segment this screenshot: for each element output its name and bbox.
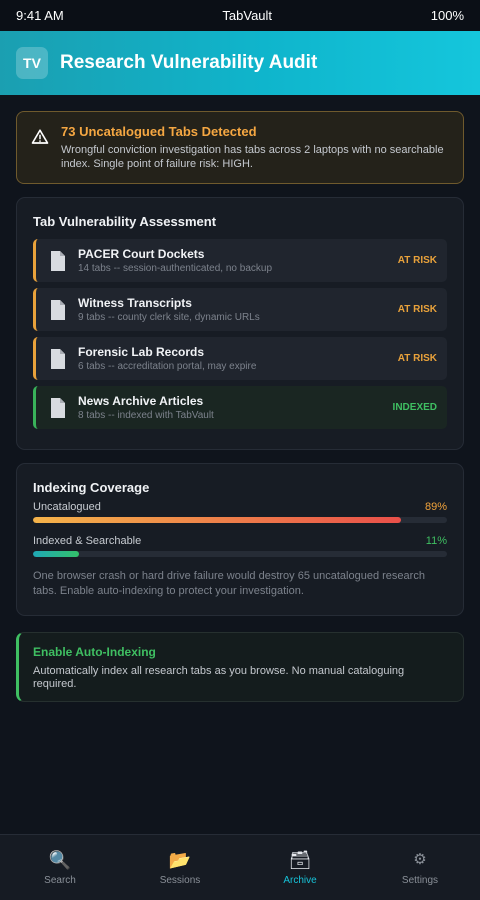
document-icon: [51, 299, 65, 320]
indexed-bar-fill: [33, 551, 79, 557]
vuln-item-desc: 14 tabs -- session-authenticated, no bac…: [78, 263, 273, 274]
status-time: 9:41 AM: [16, 8, 64, 23]
cta-title: Enable Auto-Indexing: [33, 645, 156, 659]
status-bar: 9:41 AM TabVault 100%: [0, 0, 480, 31]
vuln-item-name: PACER Court Dockets: [78, 247, 205, 261]
vulnerability-assessment-card: Tab Vulnerability Assessment PACER Court…: [16, 197, 464, 450]
bottom-tab-bar: 🔍 Search 📂 Sessions 🗃 Archive ⚙ Settings: [0, 834, 480, 900]
tab-label: Sessions: [159, 875, 201, 886]
tab-search[interactable]: 🔍 Search: [0, 849, 120, 886]
tab-sessions[interactable]: 📂 Sessions: [120, 849, 240, 886]
folder-icon: 📂: [168, 850, 192, 870]
indexed-percent: 11%: [425, 535, 447, 547]
uncatalogued-percent: 89%: [424, 501, 447, 513]
cta-text: Automatically index all research tabs as…: [33, 665, 405, 690]
uncatalogued-label: Uncatalogued: [33, 501, 101, 513]
indexing-coverage-card: Indexing Coverage Uncatalogued 89% Index…: [16, 463, 464, 616]
vuln-item-name: Forensic Lab Records: [78, 345, 205, 359]
indexed-bar: [33, 551, 447, 557]
gear-icon: ⚙: [413, 851, 427, 868]
uncatalogued-bar: [33, 517, 447, 523]
uncatalogued-alert: 73 Uncatalogued Tabs Detected Wrongful c…: [16, 111, 464, 184]
vuln-item-name: Witness Transcripts: [78, 296, 192, 310]
status-badge: INDEXED: [392, 402, 437, 413]
vuln-item-name: News Archive Articles: [78, 394, 204, 408]
warning-icon: [31, 129, 49, 144]
enable-auto-indexing-button[interactable]: Enable Auto-Indexing Automatically index…: [16, 632, 464, 702]
tab-label: Archive: [283, 875, 317, 886]
coverage-title: Indexing Coverage: [33, 480, 150, 495]
vuln-item-forensic[interactable]: Forensic Lab Records 6 tabs -- accredita…: [33, 337, 447, 380]
assessment-title: Tab Vulnerability Assessment: [33, 214, 217, 229]
uncatalogued-bar-fill: [33, 517, 402, 523]
vuln-item-desc: 9 tabs -- county clerk site, dynamic URL…: [78, 312, 260, 323]
coverage-note: One browser crash or hard drive failure …: [33, 570, 425, 597]
status-badge: AT RISK: [397, 255, 437, 266]
document-icon: [51, 250, 65, 271]
app-logo: TV: [16, 47, 48, 79]
status-badge: AT RISK: [397, 353, 437, 364]
indexed-label: Indexed & Searchable: [33, 535, 142, 547]
vuln-item-witness[interactable]: Witness Transcripts 9 tabs -- county cle…: [33, 288, 447, 331]
vuln-item-desc: 8 tabs -- indexed with TabVault: [78, 410, 214, 421]
alert-title: 73 Uncatalogued Tabs Detected: [61, 124, 257, 139]
archive-icon: 🗃: [288, 850, 312, 870]
tab-label: Settings: [401, 875, 439, 886]
tab-settings[interactable]: ⚙ Settings: [360, 849, 480, 886]
app-header: TV Research Vulnerability Audit: [0, 31, 480, 95]
vuln-item-desc: 6 tabs -- accreditation portal, may expi…: [78, 361, 257, 372]
tab-label: Search: [44, 875, 76, 886]
main-content: 73 Uncatalogued Tabs Detected Wrongful c…: [0, 95, 480, 702]
tab-archive[interactable]: 🗃 Archive: [240, 849, 360, 886]
search-icon: 🔍: [48, 850, 72, 870]
alert-text: Wrongful conviction investigation has ta…: [61, 144, 444, 170]
vuln-item-news[interactable]: News Archive Articles 8 tabs -- indexed …: [33, 386, 447, 429]
status-badge: AT RISK: [397, 304, 437, 315]
vuln-item-pacer[interactable]: PACER Court Dockets 14 tabs -- session-a…: [33, 239, 447, 282]
status-carrier: TabVault: [222, 8, 273, 23]
status-battery: 100%: [430, 8, 464, 23]
page-title: Research Vulnerability Audit: [60, 52, 318, 73]
document-icon: [51, 397, 65, 418]
document-icon: [51, 348, 65, 369]
